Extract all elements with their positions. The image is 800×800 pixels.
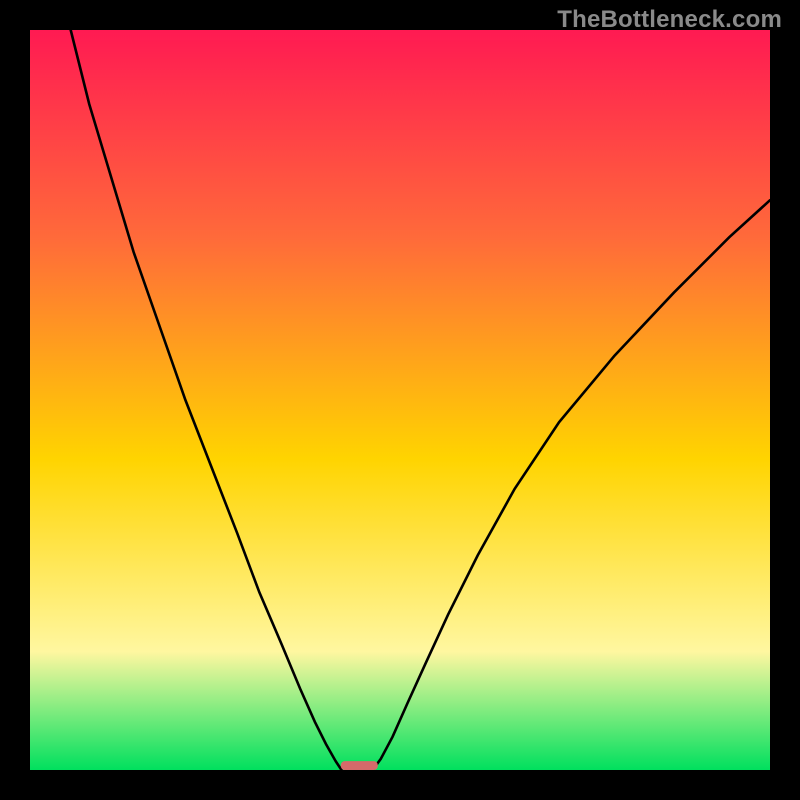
bottleneck-marker — [341, 761, 378, 770]
plot-background — [30, 30, 770, 770]
chart-frame: { "watermark": "TheBottleneck.com", "col… — [0, 0, 800, 800]
watermark-text: TheBottleneck.com — [557, 6, 782, 34]
chart-svg — [0, 0, 800, 800]
